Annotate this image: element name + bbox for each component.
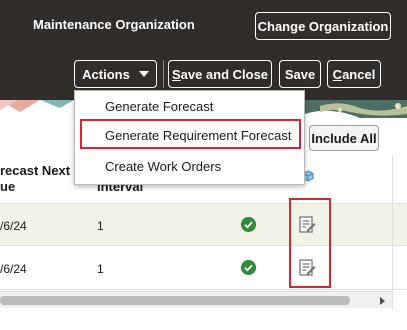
cancel-label: ancel: [342, 66, 376, 82]
toolbar-separator: [163, 60, 164, 88]
save-button[interactable]: Save: [279, 60, 321, 88]
save-and-close-label: ave and Close: [180, 66, 269, 82]
menu-item-create-work-orders[interactable]: Create Work Orders: [105, 159, 221, 174]
table-row[interactable]: /6/24 1: [0, 203, 407, 246]
actions-button[interactable]: Actions: [74, 60, 157, 88]
include-all-button[interactable]: Include All: [309, 125, 379, 151]
column-header-forecast-next: recast Next ue: [0, 163, 71, 194]
page-header: Maintenance Organization Change Organiza…: [0, 0, 407, 100]
cancel-mnemonic: C: [332, 66, 343, 82]
table-row[interactable]: /6/24 1: [0, 247, 407, 290]
actions-dropdown-menu: Generate Forecast Generate Requirement F…: [74, 90, 305, 185]
save-and-close-button[interactable]: Save and Close: [168, 60, 272, 88]
cell-forecast-date: /6/24: [0, 262, 27, 276]
cell-forecast-date: /6/24: [0, 219, 27, 233]
cell-interval: 1: [97, 219, 104, 233]
scroll-right-arrow-icon[interactable]: [380, 297, 385, 305]
scrollbar-thumb[interactable]: [0, 296, 350, 305]
change-organization-button[interactable]: Change Organization: [255, 12, 391, 40]
actions-button-label: Actions: [82, 66, 130, 82]
save-and-close-mnemonic: S: [171, 66, 181, 82]
caret-down-icon: [138, 71, 149, 77]
check-circle-icon: [241, 217, 256, 232]
check-circle-icon: [241, 260, 256, 275]
vertical-scrollbar-track: [392, 155, 393, 310]
org-label: Maintenance Organization: [33, 17, 195, 32]
cell-interval: 1: [97, 262, 104, 276]
menu-item-generate-requirement-forecast[interactable]: Generate Requirement Forecast: [105, 128, 291, 143]
cancel-button[interactable]: Cancel: [327, 60, 381, 88]
horizontal-scrollbar[interactable]: [0, 291, 392, 308]
menu-item-generate-forecast[interactable]: Generate Forecast: [105, 99, 213, 114]
highlight-annotation-edit-column: [289, 198, 331, 288]
